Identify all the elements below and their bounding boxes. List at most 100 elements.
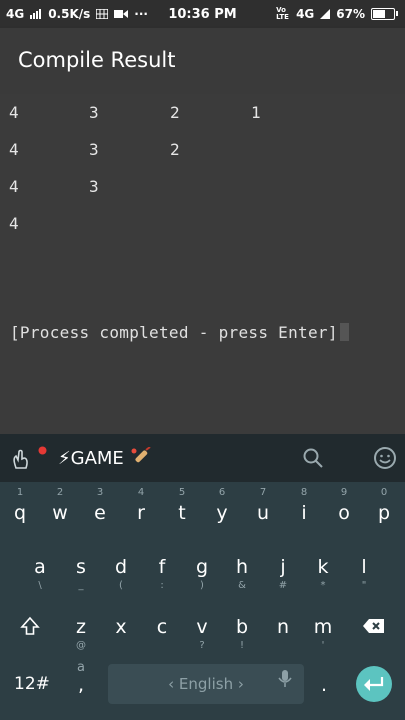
- key-l[interactable]: l ": [344, 538, 384, 594]
- numbers-key[interactable]: 12#: [10, 658, 54, 714]
- key-y[interactable]: 6y: [202, 484, 242, 540]
- key-x[interactable]: x: [101, 598, 141, 654]
- key-label: ,: [77, 674, 85, 696]
- game-button[interactable]: ⚡GAME: [58, 446, 152, 469]
- console-output[interactable]: 4 3 2 1 4 3 2 4 3 4 [Process completed -…: [0, 94, 405, 434]
- output-cell: 2: [170, 103, 180, 122]
- app-bar: Compile Result: [0, 28, 405, 94]
- key-sub: _: [78, 580, 84, 591]
- key-hint: 7: [259, 487, 267, 498]
- key-label: l: [361, 556, 367, 578]
- key-label: h: [235, 556, 249, 578]
- key-label: v: [196, 616, 208, 638]
- signal-right-icon: [320, 9, 331, 19]
- key-label: c: [156, 616, 168, 638]
- key-i[interactable]: 8i: [284, 484, 324, 540]
- notification-dot-icon: [38, 446, 47, 455]
- key-label: .: [320, 674, 328, 696]
- key-label: n: [276, 616, 290, 638]
- key-n[interactable]: n: [263, 598, 303, 654]
- key-hint: 5: [178, 487, 186, 498]
- key-hint: 6: [218, 487, 226, 498]
- key-t[interactable]: 5t: [162, 484, 202, 540]
- key-label: f: [158, 556, 166, 578]
- key-sub: :: [160, 580, 164, 591]
- battery-percent: 67%: [336, 7, 365, 21]
- key-b[interactable]: b!: [222, 598, 262, 654]
- output-cell: 1: [251, 103, 261, 122]
- key-label: k: [317, 556, 329, 578]
- enter-button[interactable]: [356, 666, 392, 702]
- shift-key[interactable]: [10, 598, 50, 654]
- output-cell: 4: [9, 103, 19, 122]
- key-label: z: [76, 616, 86, 638]
- space-bar[interactable]: ‹ English ›: [108, 664, 304, 704]
- key-label: i: [301, 502, 307, 524]
- key-label: a: [34, 556, 46, 578]
- output-cell: 4: [9, 177, 19, 196]
- key-label: e: [94, 502, 106, 524]
- key-s[interactable]: s _: [61, 538, 101, 594]
- key-w[interactable]: 2w: [40, 484, 80, 540]
- key-v[interactable]: v?: [182, 598, 222, 654]
- space-label: ‹ English ›: [168, 675, 244, 693]
- key-label: u: [256, 502, 270, 524]
- key-sub: @: [76, 640, 86, 651]
- period-key[interactable]: .: [304, 658, 344, 714]
- enter-icon: [364, 677, 384, 691]
- key-sub: *: [320, 580, 326, 591]
- emoji-icon[interactable]: [373, 446, 397, 470]
- key-sub: ): [200, 580, 204, 591]
- key-f[interactable]: f:: [142, 538, 182, 594]
- battery-icon: [371, 8, 398, 20]
- comma-key[interactable]: a ,: [61, 658, 101, 714]
- key-hint: a: [77, 660, 85, 675]
- key-h[interactable]: h &: [222, 538, 262, 594]
- process-message: [Process completed - press Enter]: [10, 323, 349, 342]
- key-sub: !: [239, 640, 244, 651]
- key-g[interactable]: g): [182, 538, 222, 594]
- status-right: Vo LTE 4G 67%: [276, 7, 398, 21]
- key-hint: 4: [137, 487, 145, 498]
- key-z[interactable]: z @: [61, 598, 101, 654]
- key-c[interactable]: c: [142, 598, 182, 654]
- key-j[interactable]: j #: [263, 538, 303, 594]
- key-d[interactable]: d(: [101, 538, 141, 594]
- key-hint: 8: [300, 487, 308, 498]
- status-bar: 4G 0.5K/s ··· 10:36 PM Vo LTE 4G 67%: [0, 0, 405, 28]
- key-hint: 0: [380, 487, 388, 498]
- key-label: b: [235, 616, 249, 638]
- key-m[interactable]: m ': [303, 598, 343, 654]
- process-message-text: [Process completed - press Enter]: [10, 323, 338, 342]
- output-cell: 3: [89, 103, 99, 122]
- search-icon[interactable]: [302, 447, 324, 469]
- key-e[interactable]: 3e: [80, 484, 120, 540]
- network-right-label: 4G: [296, 7, 315, 21]
- game-label: ⚡GAME: [58, 448, 124, 469]
- backspace-icon: [363, 619, 384, 633]
- key-sub: #: [278, 580, 288, 591]
- key-sub: ": [361, 580, 367, 591]
- key-label: w: [52, 502, 68, 524]
- swipe-gesture-icon[interactable]: [10, 448, 32, 470]
- key-sub: ': [321, 640, 325, 651]
- key-sub: \: [38, 580, 42, 591]
- key-hint: 9: [340, 487, 348, 498]
- key-p[interactable]: 0p: [364, 484, 404, 540]
- key-r[interactable]: 4r: [121, 484, 161, 540]
- key-a[interactable]: a \: [20, 538, 60, 594]
- key-k[interactable]: k *: [303, 538, 343, 594]
- key-hint: 2: [56, 487, 64, 498]
- output-cell: 4: [9, 140, 19, 159]
- backspace-key[interactable]: [354, 598, 394, 654]
- key-label: 12#: [14, 674, 50, 694]
- microphone-icon[interactable]: [278, 670, 292, 688]
- cricket-bat-icon: [131, 446, 151, 463]
- output-cell: 4: [9, 214, 19, 233]
- key-q[interactable]: 1q: [0, 484, 40, 540]
- key-u[interactable]: 7u: [243, 484, 283, 540]
- shift-icon: [20, 616, 40, 635]
- key-o[interactable]: 9o: [324, 484, 364, 540]
- key-label: x: [115, 616, 127, 638]
- key-label: s: [76, 556, 86, 578]
